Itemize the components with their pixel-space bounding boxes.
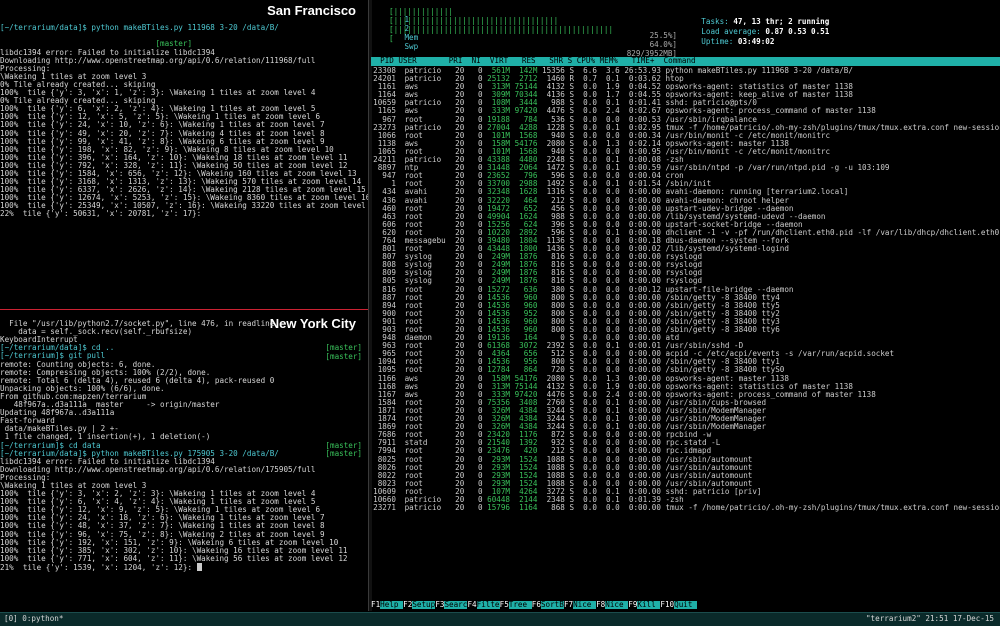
process-row[interactable]: 606 root 20 0 15256 624 396 S 0.0 0.0 0:… <box>371 221 1000 229</box>
fkey-search[interactable]: F3Search <box>435 600 472 610</box>
process-row[interactable]: 1168 aws 20 0 313M 75144 4132 S 0.0 1.9 … <box>371 383 1000 391</box>
process-row[interactable]: 887 root 20 0 14536 960 800 S 0.0 0.0 0:… <box>371 294 1000 302</box>
process-row[interactable]: 620 root 20 0 10220 2892 596 S 0.0 0.1 0… <box>371 229 1000 237</box>
process-row[interactable]: 1094 root 20 0 14536 956 800 S 0.0 0.0 0… <box>371 358 1000 366</box>
terminal-line: [~/terrarium/data]$ python makeBTiles.py… <box>0 23 279 33</box>
process-row[interactable]: 808 syslog 20 0 249M 1876 816 S 0.0 0.0 … <box>371 261 1000 269</box>
terminal-line: 100% tile {'y': 771, 'x': 604, 'z': 11}:… <box>0 553 348 563</box>
swap-bar: [ <box>389 34 394 43</box>
process-row[interactable]: 10609 root 20 0 107M 4264 3272 S 0.0 0.1… <box>371 488 1000 496</box>
process-row[interactable]: 805 syslog 20 0 249M 1876 816 S 0.0 0.0 … <box>371 277 1000 285</box>
tmux-status-bar: [0] 0:python* "terrarium2" 21:51 17-Dec-… <box>0 612 1000 626</box>
process-row[interactable]: 1874 root 20 0 326M 4384 3244 S 0.0 0.1 … <box>371 415 1000 423</box>
fkey-tree[interactable]: F5Tree <box>500 600 532 610</box>
fkey-nice[interactable]: F8Nice + <box>596 600 633 610</box>
fkey-nice[interactable]: F7Nice - <box>564 600 601 610</box>
tmux-window-list[interactable]: [0] 0:python* <box>4 614 63 623</box>
process-row[interactable]: 10659 patricio 20 0 108M 3444 988 S 0.0 … <box>371 99 1000 107</box>
process-row[interactable]: 965 root 20 0 4364 656 512 S 0.0 0.0 0:0… <box>371 350 1000 358</box>
process-row[interactable]: 10660 patricio 20 0 60448 2144 2348 S 0.… <box>371 496 1000 504</box>
terminal-output: [~/terrarium/data]$ python makeBTiles.py… <box>0 0 368 219</box>
tmux-host-clock: "terrarium2" 21:51 17-Dec-15 <box>865 614 994 623</box>
process-row[interactable]: 24201 patricio 20 0 25132 2712 1460 R 0.… <box>371 75 1000 83</box>
terminal-line: 21% tile {'y': 1539, 'x': 1204, 'z': 12}… <box>0 562 368 572</box>
process-row[interactable]: 1164 aws 20 0 309M 70344 4136 S 0.0 1.7 … <box>371 91 1000 99</box>
process-row[interactable]: 7686 root 20 0 23420 1176 872 S 0.0 0.0 … <box>371 431 1000 439</box>
fkey-setup[interactable]: F2Setup <box>403 600 436 610</box>
process-row[interactable]: 963 root 20 0 61368 3072 2392 S 0.0 0.1 … <box>371 342 1000 350</box>
function-key-bar: F1Help F2SetupF3SearchF4FilterF5Tree F6Sor… <box>371 600 1000 610</box>
process-row[interactable]: 801 root 20 0 43448 1800 1436 S 0.0 0.0 … <box>371 245 1000 253</box>
fkey-kill[interactable]: F9Kill <box>628 600 661 610</box>
process-row[interactable]: 23271 patricio 20 0 15796 1164 868 S 0.0… <box>371 504 1000 512</box>
process-row[interactable]: 948 daemon 20 0 19136 164 0 S 0.0 0.0 0:… <box>371 334 1000 342</box>
process-row[interactable]: 1 root 20 0 33700 2988 1492 S 0.0 0.1 0:… <box>371 180 1000 188</box>
swap-meter: Swp [ 0/0MB] <box>389 34 677 66</box>
process-row[interactable]: 436 avahi 20 0 32220 464 212 S 0.0 0.0 0… <box>371 197 1000 205</box>
process-row[interactable]: 23308 patricio 20 0 561M 142M 15356 S 6.… <box>371 67 1000 75</box>
process-row[interactable]: 894 root 20 0 14536 960 800 S 0.0 0.0 0:… <box>371 302 1000 310</box>
process-row[interactable]: 8023 root 20 0 293M 1524 1088 S 0.0 0.0 … <box>371 480 1000 488</box>
process-row[interactable]: 8026 root 20 0 293M 1524 1088 S 0.0 0.0 … <box>371 464 1000 472</box>
cpu1-bar: [||||||||||||| <box>389 7 454 16</box>
process-row[interactable]: 967 root 20 0 19188 784 536 S 0.0 0.0 0:… <box>371 116 1000 124</box>
process-row[interactable]: 807 syslog 20 0 249M 1876 816 S 0.0 0.0 … <box>371 253 1000 261</box>
process-row[interactable]: 1161 aws 20 0 313M 75144 4132 S 0.0 1.9 … <box>371 83 1000 91</box>
memory-meter: Mem [|||||||||||||||||||||||||||||||||||… <box>389 25 677 59</box>
memory-bar: [|||||||||||||||||||||||||||||||||||||||… <box>389 25 614 34</box>
process-row[interactable]: 463 root 20 0 49904 1624 988 S 0.0 0.0 0… <box>371 213 1000 221</box>
process-row[interactable]: 8022 root 20 0 293M 1524 1088 S 0.0 0.0 … <box>371 472 1000 480</box>
fkey-quit[interactable]: F10Quit <box>660 600 698 610</box>
process-row[interactable]: 1165 aws 20 0 333M 97420 4476 S 0.0 2.4 … <box>371 107 1000 115</box>
fkey-sortby[interactable]: F6SortBy <box>532 600 568 610</box>
process-row[interactable]: 1869 root 20 0 326M 4384 3244 S 0.0 0.1 … <box>371 423 1000 431</box>
process-row[interactable]: 460 root 20 0 19472 652 456 S 0.0 0.0 0:… <box>371 205 1000 213</box>
terminal-line: Downloading http://www.openstreetmap.org… <box>0 55 316 65</box>
process-row[interactable]: 816 root 20 0 15272 636 380 S 0.0 0.0 0:… <box>371 286 1000 294</box>
process-row[interactable]: 1871 root 20 0 326M 4384 3244 S 0.0 0.1 … <box>371 407 1000 415</box>
git-branch-tag: [master] <box>325 448 362 458</box>
terminal-cursor <box>196 562 202 571</box>
process-row[interactable]: 8025 root 20 0 293M 1524 1088 S 0.0 0.0 … <box>371 456 1000 464</box>
htop-pane[interactable]: 1 [||||||||||||| 25.5%] 2 [|||||||||||||… <box>371 0 1000 611</box>
process-row[interactable]: 1138 aws 20 0 158M 54176 2080 S 0.0 1.3 … <box>371 140 1000 148</box>
terminal-pane-san-francisco[interactable]: San Francisco [~/terrarium/data]$ python… <box>0 0 368 308</box>
process-row[interactable]: 434 avahi 20 0 32348 1628 1316 S 0.0 0.0… <box>371 188 1000 196</box>
process-row[interactable]: 7911 statd 20 0 21540 1392 932 S 0.0 0.0… <box>371 439 1000 447</box>
process-row[interactable]: 24211 patricio 20 0 43388 4480 2248 S 0.… <box>371 156 1000 164</box>
terminal-line: Downloading http://www.openstreetmap.org… <box>0 464 316 474</box>
terminal-pane-new-york[interactable]: New York City File "/usr/lib/python2.7/s… <box>0 312 368 611</box>
process-list[interactable]: 23308 patricio 20 0 561M 142M 15356 S 6.… <box>371 67 1000 512</box>
process-row[interactable]: 1167 aws 20 0 333M 97420 4476 S 0.0 2.4 … <box>371 391 1000 399</box>
process-row[interactable]: 947 root 20 0 23652 796 596 S 0.0 0.0 0:… <box>371 172 1000 180</box>
process-row[interactable]: 903 root 20 0 14536 960 800 S 0.0 0.0 0:… <box>371 326 1000 334</box>
process-table-header[interactable]: PID USER PRI NI VIRT RES SHR S CPU% MEM%… <box>371 56 1000 66</box>
process-row[interactable]: 901 root 20 0 14536 960 800 S 0.0 0.0 0:… <box>371 318 1000 326</box>
terminal-line: Updating 48f967a..d3a111a <box>0 408 115 418</box>
fkey-filter[interactable]: F4Filter <box>467 600 504 610</box>
process-row[interactable]: 1166 aws 20 0 158M 54176 2080 S 0.0 1.3 … <box>371 375 1000 383</box>
uptime-stat: Uptime: 03:49:02 <box>701 37 775 47</box>
cpu2-bar: [|||||||||||||||||||||||||||||||||||| <box>389 16 559 25</box>
process-row[interactable]: 900 root 20 0 14536 952 800 S 0.0 0.0 0:… <box>371 310 1000 318</box>
git-branch-tag: [master] <box>325 351 362 361</box>
process-row[interactable]: 23273 patricio 20 0 27004 4288 1228 S 0.… <box>371 124 1000 132</box>
process-row[interactable]: 8897 ntp 20 0 31448 2064 1472 S 0.0 0.1 … <box>371 164 1000 172</box>
fkey-help[interactable]: F1Help <box>371 600 404 610</box>
terminal-line: 22% tile {'y': 50631, 'x': 20781, 'z': 1… <box>0 209 202 219</box>
process-row[interactable]: 1066 root 20 0 101M 1568 940 S 0.0 0.0 0… <box>371 132 1000 140</box>
process-row[interactable]: 1065 root 20 0 101M 1568 940 S 0.0 0.0 0… <box>371 148 1000 156</box>
process-row[interactable]: 1095 root 20 0 12784 864 720 S 0.0 0.0 0… <box>371 366 1000 374</box>
terminal-output: File "/usr/lib/python2.7/socket.py", lin… <box>0 312 368 571</box>
process-row[interactable]: 809 syslog 20 0 249M 1876 816 S 0.0 0.0 … <box>371 269 1000 277</box>
process-row[interactable]: 1584 root 20 0 75356 3408 2760 S 0.0 0.1… <box>371 399 1000 407</box>
process-row[interactable]: 7994 root 20 0 23476 420 212 S 0.0 0.0 0… <box>371 447 1000 455</box>
process-row[interactable]: 764 messagebu 20 0 39480 1804 1136 S 0.0… <box>371 237 1000 245</box>
